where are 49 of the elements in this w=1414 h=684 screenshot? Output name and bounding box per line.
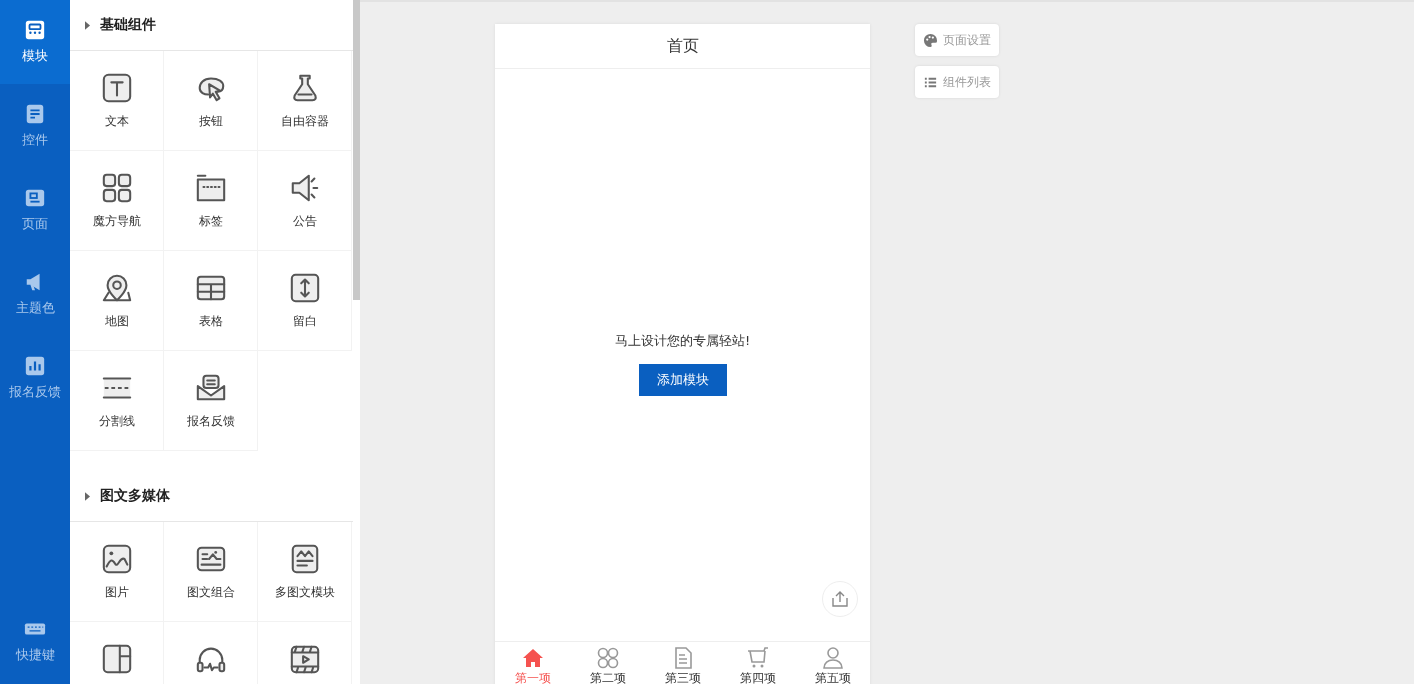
page-title: 首页 xyxy=(666,35,699,57)
component-tile[interactable]: 报名反馈 xyxy=(164,351,258,451)
bottom-tab[interactable]: 第四项 xyxy=(720,642,795,684)
image-icon xyxy=(100,543,133,575)
component-tile[interactable]: 多图文模块 xyxy=(258,522,352,622)
nav-item[interactable]: 报名反馈 xyxy=(0,336,70,420)
component-tile[interactable]: 自由容器 xyxy=(258,51,352,151)
share-icon xyxy=(830,589,850,609)
component-tile[interactable]: 图片 xyxy=(70,522,164,622)
bottom-tab[interactable]: 第一项 xyxy=(495,642,570,684)
panel-icon xyxy=(194,172,227,204)
text-icon xyxy=(100,72,133,104)
module-icon xyxy=(24,19,46,41)
bottom-tab[interactable]: 第三项 xyxy=(645,642,720,684)
caret-icon[interactable] xyxy=(85,491,90,501)
grid-icon xyxy=(100,172,133,204)
empty-message: 马上设计您的专属轻站! xyxy=(614,332,751,350)
shortcut-button[interactable]: 快捷键 xyxy=(0,608,70,684)
nav-item[interactable]: 主题色 xyxy=(0,252,70,336)
map-pin-icon xyxy=(100,272,133,304)
bar-chart-icon xyxy=(24,355,46,377)
component-tile[interactable]: 表格 xyxy=(164,251,258,351)
add-module-button[interactable]: 添加模块 xyxy=(638,364,727,396)
section-title: 图文多媒体 xyxy=(100,487,170,505)
page-icon xyxy=(24,187,46,209)
palette-icon xyxy=(923,32,938,48)
nav-item[interactable]: 模块 xyxy=(0,0,70,84)
component-tile[interactable]: 文本 xyxy=(70,51,164,151)
caret-icon[interactable] xyxy=(85,20,90,30)
component-tile[interactable]: 魔方导航 xyxy=(70,151,164,251)
nav-item[interactable]: 控件 xyxy=(0,84,70,168)
section-title: 基础组件 xyxy=(100,16,156,34)
layout-icon xyxy=(100,643,133,675)
nav-item[interactable]: 页面 xyxy=(0,168,70,252)
component-tile[interactable]: 标签 xyxy=(164,151,258,251)
component-tile[interactable]: 留白 xyxy=(258,251,352,351)
component-tile[interactable]: 公告 xyxy=(258,151,352,251)
bottom-tab[interactable]: 第二项 xyxy=(570,642,645,684)
bottom-tab[interactable]: 第五项 xyxy=(795,642,870,684)
cart-icon xyxy=(745,646,770,670)
component-tile[interactable]: 图文组合 xyxy=(164,522,258,622)
video-icon xyxy=(288,643,321,675)
clover-icon xyxy=(595,646,620,670)
user-icon xyxy=(820,646,845,670)
component-tile[interactable]: 按钮 xyxy=(164,51,258,151)
component-tile[interactable]: 地图 xyxy=(70,251,164,351)
component-tile[interactable]: 分割线 xyxy=(70,351,164,451)
scrollbar[interactable] xyxy=(353,0,360,300)
document-icon xyxy=(24,103,46,125)
